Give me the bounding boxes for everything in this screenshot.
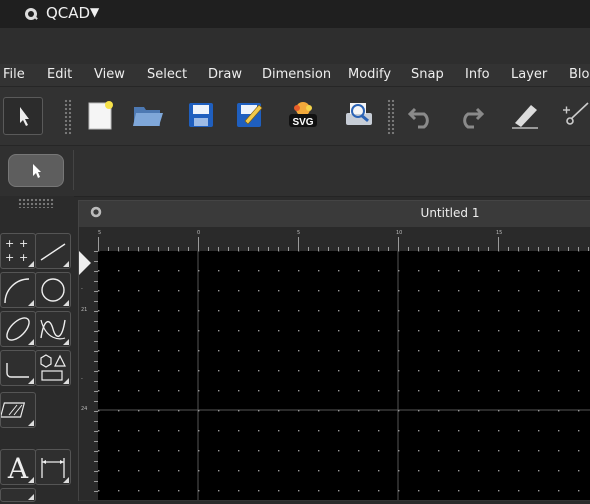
- ruler-y-label: 21: [81, 307, 87, 313]
- shapes-icon: [36, 351, 70, 385]
- print-preview-icon: [340, 97, 376, 133]
- svg-text:+: +: [5, 251, 14, 264]
- save-as-icon: [231, 97, 267, 133]
- circle-icon: [36, 273, 70, 307]
- undo-icon: [404, 97, 440, 133]
- ruler-x-label: 5: [297, 230, 300, 236]
- menu-file[interactable]: File: [3, 67, 25, 82]
- menu-edit[interactable]: Edit: [47, 67, 72, 82]
- arc-icon: [1, 273, 35, 307]
- save-as-button[interactable]: [231, 97, 267, 133]
- draw-pen-button[interactable]: [507, 97, 543, 133]
- arc-tool-button[interactable]: [0, 272, 36, 308]
- pointer-arrow-icon: [4, 98, 42, 134]
- menu-block[interactable]: Blo: [569, 67, 589, 82]
- svg-text:+: +: [19, 237, 28, 250]
- text-icon: A: [1, 450, 35, 484]
- toolbar-grip[interactable]: [64, 99, 72, 135]
- scissors-icon: [558, 97, 590, 133]
- floppy-disk-icon: [183, 97, 219, 133]
- open-file-button[interactable]: [130, 97, 166, 133]
- hatch-icon: [1, 393, 35, 427]
- menu-info[interactable]: Info: [465, 67, 490, 82]
- panel-grip[interactable]: [18, 198, 54, 208]
- svg-text:+: +: [19, 251, 28, 264]
- window-titlebar: [0, 28, 590, 64]
- new-document-button[interactable]: [83, 97, 119, 133]
- menubar: File Edit View Select Draw Dimension Mod…: [0, 64, 590, 87]
- new-document-icon: [83, 97, 119, 133]
- select-entities-button[interactable]: [8, 154, 64, 187]
- cut-button[interactable]: [558, 97, 590, 133]
- folder-open-icon: [130, 97, 166, 133]
- spline-tool-button[interactable]: [35, 311, 71, 347]
- undo-button[interactable]: [404, 97, 440, 133]
- qcad-logo-icon: [23, 6, 39, 22]
- ruler-y-label: 24: [81, 406, 87, 412]
- svg-text:+: +: [5, 237, 14, 250]
- horizontal-ruler[interactable]: 5 0 5 10 15: [98, 227, 590, 251]
- ellipse-tool-button[interactable]: [0, 311, 36, 347]
- qcad-logo-icon: [89, 205, 103, 219]
- polyline-tool-button[interactable]: [0, 350, 36, 386]
- canvas-grid: [98, 251, 590, 500]
- print-preview-button[interactable]: [340, 97, 376, 133]
- menu-dimension[interactable]: Dimension: [262, 67, 331, 82]
- redo-button[interactable]: [452, 97, 488, 133]
- pointer-arrow-icon: [9, 155, 63, 186]
- ruler-y-label: -: [81, 286, 83, 292]
- vertical-ruler[interactable]: - 21 - 24: [79, 251, 98, 500]
- circle-tool-button[interactable]: [35, 272, 71, 308]
- ruler-x-label: 15: [496, 230, 502, 236]
- select-pointer-button[interactable]: [3, 97, 43, 135]
- text-tool-glyph: A: [7, 452, 29, 484]
- ruler-x-label: 10: [396, 230, 402, 236]
- hatch-tool-button[interactable]: [0, 392, 36, 428]
- drawing-canvas[interactable]: [98, 251, 590, 500]
- shapes-tool-button[interactable]: [35, 350, 71, 386]
- menu-draw[interactable]: Draw: [208, 67, 242, 82]
- options-toolbar: [0, 146, 590, 197]
- ellipse-icon: [1, 312, 35, 346]
- menu-layer[interactable]: Layer: [511, 67, 547, 82]
- toolbar-grip[interactable]: [387, 99, 395, 135]
- pen-icon: [507, 97, 543, 133]
- line-icon: [36, 234, 70, 268]
- export-svg-button[interactable]: SVG: [285, 97, 321, 133]
- menu-modify[interactable]: Modify: [348, 67, 391, 82]
- svg-badge-label: SVG: [292, 117, 313, 128]
- horizontal-ruler-ticks: [98, 227, 590, 251]
- options-separator: [73, 150, 74, 190]
- ruler-corner-arrow-icon: [79, 251, 91, 275]
- ruler-y-label: -: [81, 376, 83, 382]
- ruler-x-label: 0: [197, 230, 200, 236]
- chevron-down-icon[interactable]: ▼: [90, 5, 99, 19]
- dimension-tool-button[interactable]: [35, 449, 71, 485]
- ruler-corner: [79, 227, 98, 251]
- document-title: Untitled 1: [300, 206, 590, 220]
- polyline-icon: [1, 351, 35, 385]
- spline-icon: [36, 312, 70, 346]
- menu-snap[interactable]: Snap: [411, 67, 444, 82]
- save-button[interactable]: [183, 97, 219, 133]
- text-tool-button[interactable]: A: [0, 449, 36, 485]
- menu-view[interactable]: View: [94, 67, 125, 82]
- dimension-icon: [36, 450, 70, 484]
- app-title[interactable]: QCAD: [46, 4, 90, 22]
- redo-icon: [452, 97, 488, 133]
- ruler-x-label: 5: [98, 230, 101, 236]
- svg-export-icon: SVG: [285, 97, 321, 133]
- points-tool-button[interactable]: ++ ++: [0, 233, 36, 269]
- line-tool-button[interactable]: [35, 233, 71, 269]
- points-icon: ++ ++: [1, 234, 35, 268]
- menu-select[interactable]: Select: [147, 67, 187, 82]
